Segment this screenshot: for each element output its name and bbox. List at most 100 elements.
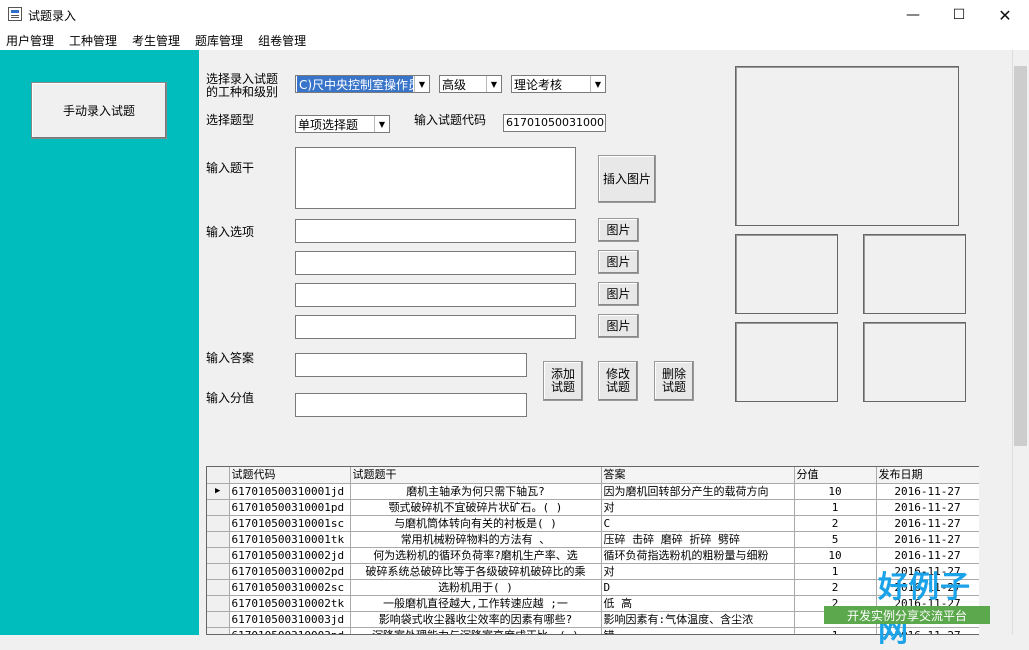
question-code-input[interactable]: 617010500310001sc [503,114,606,132]
menu-bar: 用户管理 工种管理 考生管理 题库管理 组卷管理 [0,30,1029,50]
document-icon [8,7,22,21]
chevron-down-icon: ▼ [590,76,605,92]
table-cell[interactable]: 617010500310002jd [229,547,351,564]
option-input-3[interactable] [295,283,576,307]
table-cell[interactable]: 循环负荷指选粉机的粗粉量与细粉 [601,547,795,564]
table-cell[interactable]: 因为磨机回转部分产生的载荷方向 [601,483,795,500]
window-title: 试题录入 [28,9,77,23]
row-selector[interactable] [207,547,230,564]
add-question-button[interactable]: 添加 试题 [543,361,583,401]
menu-user-management[interactable]: 用户管理 [6,32,54,49]
table-cell[interactable]: 5 [794,531,877,548]
table-row[interactable]: ▶ 617010500310001jd 磨机主轴承为何只需下轴瓦? 因为磨机回转部分产… [207,483,980,500]
table-cell[interactable]: 一般磨机直径越大,工作转速应越 ;一 [350,595,602,612]
question-code-label: 输入试题代码 [414,113,487,127]
table-cell[interactable]: 选粉机用于( ) [350,579,602,596]
table-cell[interactable]: 影响因素有:气体温度、含尘浓 [601,611,795,628]
table-cell[interactable]: 617010500310002pd [229,563,351,580]
table-cell[interactable]: 2016-11-27 [876,515,980,532]
close-icon[interactable]: ✕ [982,0,1028,30]
table-cell[interactable]: 错 [601,627,795,634]
table-cell[interactable]: 617010500310003pd [229,627,351,634]
maximize-icon[interactable]: ☐ [936,0,982,30]
row-selector[interactable] [207,563,230,580]
option-input-1[interactable] [295,219,576,243]
table-cell[interactable]: 何为选粉机的循环负荷率?磨机生产率、选 [350,547,602,564]
column-header[interactable]: 发布日期 [876,467,980,484]
table-cell[interactable]: 617010500310002sc [229,579,351,596]
table-cell[interactable]: 617010500310001pd [229,499,351,516]
table-cell[interactable]: 对 [601,499,795,516]
option-image-preview-1 [735,234,838,314]
option-image-preview-2 [863,234,966,314]
table-cell[interactable]: 617010500310002tk [229,595,351,612]
exam-type-select[interactable]: 理论考核 ▼ [511,75,606,93]
table-cell[interactable]: 磨机主轴承为何只需下轴瓦? [350,483,602,500]
stem-label: 输入题干 [206,161,255,175]
table-cell[interactable]: 沉降室处理能力与沉降室高度成正比。( ) [350,627,602,634]
edit-question-button[interactable]: 修改 试题 [598,361,638,401]
table-cell[interactable]: 2 [794,515,877,532]
table-cell[interactable]: 与磨机筒体转向有关的衬板是( ) [350,515,602,532]
menu-candidate-management[interactable]: 考生管理 [132,32,180,49]
table-cell[interactable]: C [601,515,795,532]
table-cell[interactable]: 1 [794,499,877,516]
option-image-preview-3 [735,322,838,402]
minimize-icon[interactable]: — [890,0,936,30]
option-image-button-3[interactable]: 图片 [598,282,639,306]
row-selector-header [207,467,230,484]
option-image-button-1[interactable]: 图片 [598,218,639,242]
option-image-button-4[interactable]: 图片 [598,314,639,338]
table-cell[interactable]: 617010500310003jd [229,611,351,628]
row-selector[interactable] [207,579,230,596]
score-input[interactable] [295,393,527,417]
level-select[interactable]: 高级 ▼ [439,75,502,93]
column-header[interactable]: 答案 [601,467,795,484]
column-header[interactable]: 试题代码 [229,467,351,484]
manual-entry-button[interactable]: 手动录入试题 [31,82,167,139]
current-row-arrow-icon[interactable]: ▶ [207,483,230,500]
option-image-button-2[interactable]: 图片 [598,250,639,274]
row-selector[interactable] [207,627,230,634]
column-header[interactable]: 试题题干 [350,467,602,484]
menu-trade-management[interactable]: 工种管理 [69,32,117,49]
option-input-4[interactable] [295,315,576,339]
table-cell[interactable]: 617010500310001tk [229,531,351,548]
table-cell[interactable]: 颚式破碎机不宜破碎片状矿石。( ) [350,499,602,516]
chevron-down-icon: ▼ [486,76,501,92]
question-type-select[interactable]: 单项选择题 ▼ [295,115,390,133]
option-input-2[interactable] [295,251,576,275]
menu-paper-composition[interactable]: 组卷管理 [258,32,306,49]
scrollbar-thumb[interactable] [1014,66,1027,446]
trade-select[interactable]: C)尺中央控制室操作员 ▼ [295,75,430,93]
row-selector[interactable] [207,499,230,516]
table-cell[interactable]: 10 [794,483,877,500]
row-selector[interactable] [207,595,230,612]
row-selector[interactable] [207,531,230,548]
table-cell[interactable]: 常用机械粉碎物料的方法有 、 [350,531,602,548]
table-cell[interactable]: 对 [601,563,795,580]
table-cell[interactable]: 2016-11-27 [876,499,980,516]
table-row[interactable]: 617010500310001sc 与磨机筒体转向有关的衬板是( ) C 2 2016-… [207,515,980,532]
table-cell[interactable]: D [601,579,795,596]
insert-image-button[interactable]: 插入图片 [598,155,656,203]
table-cell[interactable]: 617010500310001jd [229,483,351,500]
answer-input[interactable] [295,353,527,377]
table-cell[interactable]: 破碎系统总破碎比等于各级破碎机破碎比的乘 [350,563,602,580]
row-selector[interactable] [207,515,230,532]
menu-question-bank[interactable]: 题库管理 [195,32,243,49]
stem-textarea[interactable] [295,147,576,209]
table-cell[interactable]: 低 高 [601,595,795,612]
table-row[interactable]: 617010500310001tk 常用机械粉碎物料的方法有 、压碎 击碎 磨碎 … [207,531,980,548]
table-cell[interactable]: 压碎 击碎 磨碎 折碎 劈碎 [601,531,795,548]
table-row[interactable]: 617010500310001pd 颚式破碎机不宜破碎片状矿石。( ) 对 1 2016… [207,499,980,516]
column-header[interactable]: 分值 [794,467,877,484]
table-cell[interactable]: 影响袋式收尘器收尘效率的因素有哪些? [350,611,602,628]
row-selector[interactable] [207,611,230,628]
table-cell[interactable]: 2016-11-27 [876,531,980,548]
chevron-down-icon: ▼ [414,76,429,92]
watermark: 好例子网 开发实例分享交流平台 [820,560,990,649]
delete-question-button[interactable]: 删除 试题 [654,361,694,401]
table-cell[interactable]: 2016-11-27 [876,483,980,500]
table-cell[interactable]: 617010500310001sc [229,515,351,532]
